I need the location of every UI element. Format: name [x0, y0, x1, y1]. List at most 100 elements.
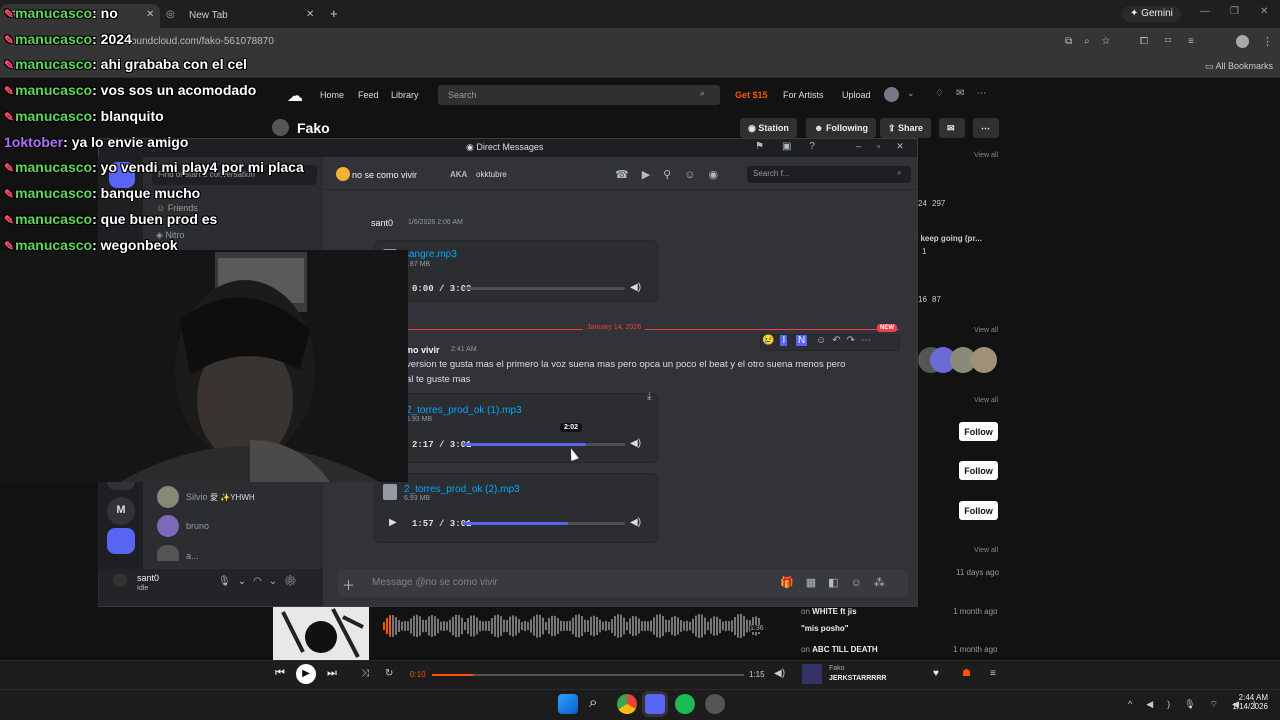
- dm-avatar[interactable]: [157, 545, 179, 561]
- now-playing-artist[interactable]: Fako: [829, 665, 845, 672]
- close-tab-icon[interactable]: ✕: [146, 9, 154, 20]
- search-icon[interactable]: ⌕: [589, 694, 597, 711]
- discord-window-controls[interactable]: –▫✕: [856, 141, 920, 152]
- close-window-button[interactable]: ✕: [1260, 6, 1268, 17]
- soundcloud-search-input[interactable]: Search ⌕: [438, 85, 720, 105]
- toolbar-icons[interactable]: ⧉⌕☆: [1065, 36, 1122, 47]
- dm-avatar[interactable]: [157, 486, 179, 508]
- chat-text: wegonbeok: [100, 237, 178, 253]
- follow-button[interactable]: Follow: [959, 422, 998, 441]
- msg-author[interactable]: sant0: [371, 218, 393, 228]
- file-name[interactable]: sangre.mp3: [404, 249, 457, 260]
- following-button[interactable]: ☻ Following: [806, 118, 876, 138]
- audio-progress[interactable]: [463, 443, 625, 446]
- clock[interactable]: 2:44 AM 1/14/2026: [1222, 693, 1268, 711]
- view-all-link[interactable]: View all: [974, 397, 998, 404]
- dm-item[interactable]: a...: [186, 551, 199, 561]
- track-title-snippet[interactable]: / keep going (pr...: [916, 234, 982, 243]
- play-icon[interactable]: ▶: [389, 517, 397, 528]
- minimize-button[interactable]: —: [1200, 6, 1210, 17]
- now-playing-artwork[interactable]: [802, 664, 822, 684]
- player-elapsed: 0:10: [410, 670, 426, 679]
- spotify-icon[interactable]: [675, 694, 695, 714]
- view-all-link[interactable]: View all: [974, 152, 998, 159]
- nav-library[interactable]: Library: [391, 90, 419, 100]
- user-avatar[interactable]: [884, 87, 899, 102]
- file-name[interactable]: 2_torres_prod_ok (2).mp3: [404, 484, 520, 495]
- message-button[interactable]: ✉: [939, 118, 965, 138]
- discord-guild-icon[interactable]: [107, 528, 135, 554]
- waveform-bar: [470, 615, 472, 637]
- dm-avatar[interactable]: [157, 515, 179, 537]
- dm-user-avatar[interactable]: [336, 167, 350, 181]
- chat-header-icons[interactable]: ☎▶⚲☺◉: [615, 168, 731, 181]
- waveform-bar: [395, 617, 397, 635]
- discord-title-icons[interactable]: ⚑▣?: [755, 141, 833, 152]
- notification-icons[interactable]: ♢✉⋯: [935, 88, 998, 99]
- start-icon[interactable]: [558, 694, 578, 714]
- chat-search-input[interactable]: Search f... ⌕: [747, 166, 911, 183]
- volume-icon[interactable]: ◀): [774, 668, 785, 679]
- queue-icon[interactable]: ≡: [990, 668, 996, 679]
- play-button[interactable]: ▶: [296, 664, 316, 684]
- waveform[interactable]: [383, 608, 763, 644]
- audio-progress[interactable]: [463, 287, 625, 290]
- tab-new-tab[interactable]: New Tab ◎ ✕: [163, 4, 323, 28]
- view-all-link[interactable]: View all: [974, 327, 998, 334]
- msg-author[interactable]: mo vivir: [405, 345, 440, 355]
- shuffle-icon[interactable]: ⤨: [361, 668, 369, 679]
- new-tab-button[interactable]: +: [330, 6, 338, 21]
- previous-icon[interactable]: ⏮: [275, 667, 285, 680]
- maximize-button[interactable]: ❐: [1230, 6, 1239, 17]
- address-bar[interactable]: soundcloud.com/fako-561078870: [90, 33, 1050, 51]
- all-bookmarks-button[interactable]: ▭ All Bookmarks: [1205, 61, 1273, 72]
- nav-feed[interactable]: Feed: [358, 90, 379, 100]
- guild-icon-m[interactable]: M: [107, 497, 135, 525]
- user-controls[interactable]: 🎙⌄◠⌄⚙: [218, 576, 304, 587]
- history-item[interactable]: on WHITE ft jis: [801, 607, 857, 616]
- volume-icon[interactable]: ◀): [630, 438, 641, 449]
- history-item[interactable]: on ABC TILL DEATH: [801, 645, 878, 654]
- repeat-icon[interactable]: ↻: [385, 668, 393, 679]
- waveform-bar: [491, 618, 493, 634]
- soundcloud-logo[interactable]: ☁: [287, 86, 303, 106]
- player-progress[interactable]: [432, 674, 744, 676]
- dm-item-silvio[interactable]: Silvio 愛 ✨YHWH: [186, 492, 255, 503]
- next-icon[interactable]: ⏭: [327, 667, 337, 680]
- message-action-icons[interactable]: 😢 I N ☺↶↷⋯: [762, 335, 877, 346]
- add-attachment-icon[interactable]: ＋: [342, 575, 355, 594]
- close-tab-icon[interactable]: ✕: [306, 9, 314, 20]
- now-playing-track[interactable]: JERKSTARRRRR: [829, 675, 886, 682]
- volume-icon[interactable]: ◀): [630, 517, 641, 528]
- author-avatar[interactable]: [341, 220, 353, 238]
- profile-avatar[interactable]: [1236, 35, 1249, 48]
- more-button[interactable]: ⋯: [973, 118, 999, 138]
- discord-icon[interactable]: [645, 694, 665, 714]
- chrome-icon[interactable]: [617, 694, 637, 714]
- file-name[interactable]: 2_torres_prod_ok (1).mp3: [406, 405, 522, 416]
- user-avatar[interactable]: [113, 573, 127, 587]
- nav-home[interactable]: Home: [320, 90, 344, 100]
- upload-link[interactable]: Upload: [842, 90, 871, 100]
- share-button[interactable]: ⇪ Share: [880, 118, 932, 138]
- extensions-icons[interactable]: ⧠▭≡: [1140, 36, 1210, 47]
- station-button[interactable]: ◉ Station: [740, 118, 797, 138]
- audio-progress[interactable]: [463, 522, 625, 525]
- menu-icon[interactable]: ⋮: [1262, 35, 1273, 48]
- gemini-button[interactable]: ✦ Gemini: [1122, 6, 1181, 22]
- obs-icon[interactable]: [705, 694, 725, 714]
- chevron-down-icon[interactable]: ⌄: [907, 88, 915, 99]
- download-icon[interactable]: ⤓: [647, 391, 651, 402]
- like-icon[interactable]: ♥: [933, 668, 939, 679]
- composer-icons[interactable]: 🎁▦◧☺⁂: [780, 576, 897, 589]
- follow-button[interactable]: Follow: [959, 461, 998, 480]
- get-15-link[interactable]: Get $15: [735, 90, 768, 100]
- volume-icon[interactable]: ◀): [630, 282, 641, 293]
- for-artists-link[interactable]: For Artists: [783, 90, 824, 100]
- dm-item-bruno[interactable]: bruno: [186, 521, 209, 531]
- follower-avatar[interactable]: [971, 347, 997, 373]
- follow-icon[interactable]: ☗: [962, 668, 971, 679]
- track-artwork[interactable]: [273, 607, 369, 660]
- view-all-link[interactable]: View all: [974, 547, 998, 554]
- follow-button[interactable]: Follow: [959, 501, 998, 520]
